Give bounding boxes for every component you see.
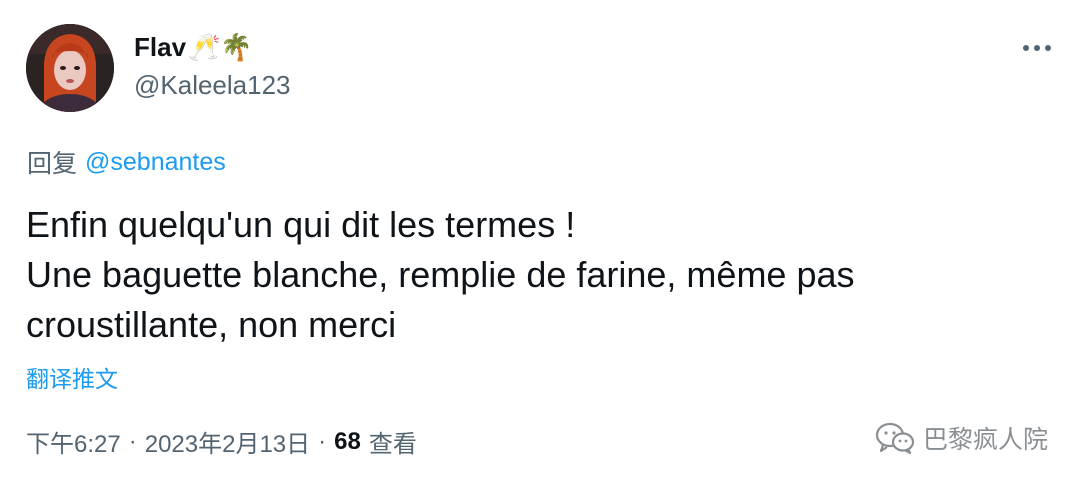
more-button[interactable] [1020, 36, 1054, 60]
translate-tweet-link[interactable]: 翻译推文 [26, 360, 118, 394]
watermark-text: 巴黎疯人院 [922, 426, 1048, 454]
views-label: 查看 [368, 431, 417, 458]
display-name-emojis: 🥂🌴 [188, 32, 253, 62]
watermark: 巴黎疯人院 [875, 420, 1048, 456]
avatar[interactable] [26, 24, 114, 112]
tweet-date[interactable]: 2023年2月13日 [145, 424, 310, 459]
reply-context: 回复 @sebnantes [27, 144, 226, 180]
more-dots-icon [1023, 45, 1051, 51]
tweet-text: Enfin quelqu'un qui dit les termes ! Une… [26, 200, 1046, 350]
avatar-image [26, 24, 114, 112]
wechat-icon [875, 422, 915, 455]
author-block: Flav 🥂🌴 @Kaleela123 [134, 30, 291, 101]
user-handle[interactable]: @Kaleela123 [134, 70, 291, 101]
tweet-line: Une baguette blanche, remplie de farine,… [26, 254, 855, 295]
tweet-time[interactable]: 下午6:27 [26, 424, 121, 459]
meta-separator: · [318, 427, 327, 455]
meta-separator: · [128, 427, 137, 455]
display-name-row: Flav 🥂🌴 [134, 30, 291, 64]
reply-mention-link[interactable]: @sebnantes [85, 148, 226, 177]
tweet-line: croustillante, non merci [26, 304, 397, 345]
views-count: 68 [334, 427, 361, 455]
reply-prefix: 回复 [27, 150, 78, 178]
display-name[interactable]: Flav [134, 32, 186, 63]
tweet-line: Enfin quelqu'un qui dit les termes ! [26, 204, 576, 245]
tweet-meta: 下午6:27 · 2023年2月13日 · 68 查看 [26, 424, 417, 459]
